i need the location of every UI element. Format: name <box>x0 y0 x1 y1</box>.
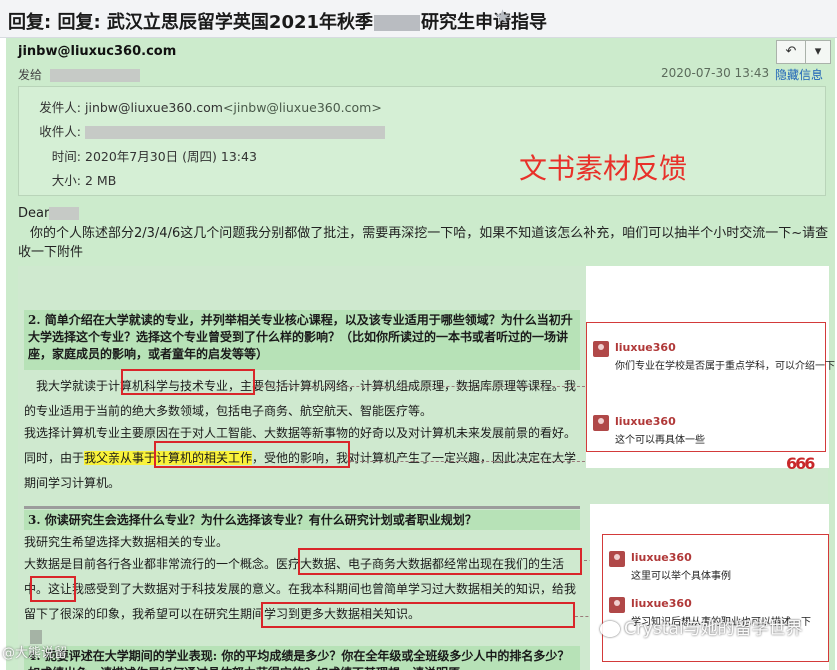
avatar <box>593 341 609 357</box>
comment-pane: liuxue360 你们专业在学校是否属于重点学科，可以介绍一下 liuxue3… <box>586 266 835 473</box>
greeting: Dear <box>18 206 80 221</box>
more-options-button[interactable]: ▾ <box>805 40 831 64</box>
annotation-box <box>121 369 255 395</box>
redacted-text <box>374 15 421 31</box>
emphasis-marker: 666 <box>786 454 815 473</box>
question-3: 3. 你读研究生会选择什么专业？为什么选择该专业？有什么研究计划或者职业规划？ <box>24 510 580 530</box>
redacted-name <box>49 207 80 220</box>
size-row: 大小: 2 MB <box>51 173 117 188</box>
watermark: @大熊说留 <box>2 646 68 661</box>
sent-date: 2020-07-30 13:43 <box>661 66 770 80</box>
mail-subject: 回复: 回复: 武汉立思辰留学英国2021年秋季 研究生申请指导 <box>8 12 548 33</box>
watermark: Crystal与她的留学世界 <box>600 614 803 639</box>
reply-button[interactable]: ↶ <box>776 40 806 64</box>
comment-group: liuxue360 你们专业在学校是否属于重点学科，可以介绍一下 liuxue3… <box>586 322 835 452</box>
sender-address: jinbw@liuxuc360.com <box>18 44 177 59</box>
comment-group: liuxue360 这里可以举个具体事例 liuxue360 学习知识后想从事的… <box>602 534 829 662</box>
mail-view: jinbw@liuxuc360.com 发给 ↶ ▾ 2020-07-30 13… <box>6 38 835 670</box>
comment-pane: liuxue360 这里可以举个具体事例 liuxue360 学习知识后想从事的… <box>590 504 829 670</box>
comment-connector <box>350 461 590 462</box>
answer-2-paragraph-1: 我大学就读于计算机科学与技术专业，主要包括计算机网络，计算机组成原理，数据库原理… <box>24 379 577 418</box>
annotation-box <box>298 548 582 575</box>
annotation-box <box>30 576 76 602</box>
annotation-box <box>261 602 575 628</box>
question-2: 2. 简单介绍在大学就读的专业，并列举相关专业核心课程，以及该专业适用于哪些领域… <box>24 310 580 370</box>
reply-arrow-icon: ↶ <box>785 44 797 59</box>
time-row: 时间: 2020年7月30日 (周四) 13:43 <box>51 149 257 164</box>
feedback-annotation: 文书素材反馈 <box>519 152 688 185</box>
question-4: 4. 扼要评述在大学期间的学业表现: 你的平均成绩是多少？你在全年级或全班级多少… <box>24 646 580 670</box>
avatar <box>593 415 609 431</box>
body-paragraph: 你的个人陈述部分2/3/4/6这几个问题我分别都做了批注，需要再深挖一下哈，如果… <box>18 226 829 260</box>
avatar <box>609 597 625 613</box>
wechat-icon <box>600 621 620 637</box>
mail-details: 发件人: jinbw@liuxue360.com<jinbw@liuxue360.… <box>18 86 826 196</box>
section-divider <box>24 506 580 509</box>
star-icon[interactable]: ★ <box>494 6 511 28</box>
annotation-box <box>154 441 350 468</box>
chevron-down-icon: ▾ <box>814 44 822 59</box>
avatar <box>609 551 625 567</box>
recipient-line: 发给 <box>18 66 140 83</box>
to-row: 收件人: <box>19 121 385 140</box>
from-row: 发件人: jinbw@liuxue360.com<jinbw@liuxue360.… <box>39 100 382 115</box>
redacted-recipient <box>49 69 140 82</box>
hide-info-link[interactable]: 隐藏信息 <box>775 66 823 83</box>
redacted-recipients <box>85 126 385 139</box>
title-bar: 回复: 回复: 武汉立思辰留学英国2021年秋季 研究生申请指导 ★ <box>0 0 837 38</box>
comment-connector <box>256 386 590 387</box>
